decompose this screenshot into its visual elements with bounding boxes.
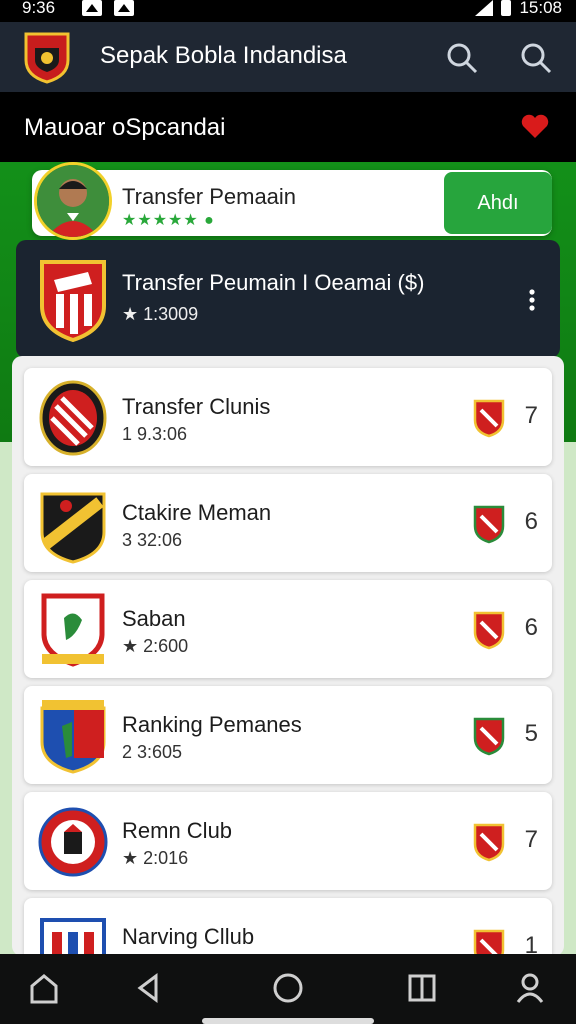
item-meta: ★ 2:016 [122, 848, 189, 868]
club-crest-icon [40, 492, 106, 564]
club-badge-icon [473, 823, 505, 862]
battery-icon [501, 0, 512, 16]
square-icon[interactable] [404, 970, 440, 1006]
list-item[interactable]: Remn Club ★ 2:016 7 [24, 792, 552, 890]
item-title: Saban [122, 606, 186, 631]
status-right: 15:08 [475, 0, 562, 18]
player-avatar-icon [37, 165, 109, 237]
status-icons [82, 0, 134, 16]
signal-icon [475, 0, 494, 16]
search-icon[interactable] [444, 40, 480, 76]
club-badge-icon [473, 399, 505, 438]
club-badge-icon [473, 717, 505, 756]
item-title: Transfer Clunis [122, 394, 271, 419]
status-right-time: 15:08 [519, 0, 562, 17]
featured-rating: ★★★★★ ● [122, 212, 215, 229]
list-item[interactable]: Saban ★ 2:600 6 [24, 580, 552, 678]
item-title: Ctakire Meman [122, 500, 272, 525]
item-title: Narving Cllub [122, 924, 255, 949]
featured-player-card[interactable]: Transfer Pemaain ★★★★★ ● Ahdı [32, 162, 552, 240]
heart-icon[interactable] [520, 114, 550, 140]
item-count: 6 [524, 508, 538, 535]
item-meta: 2 3:605 [122, 742, 183, 762]
item-meta: 3 32:06 [122, 530, 183, 550]
item-count: 7 [524, 826, 538, 853]
app-title: Sepak Bobla Indandisa [100, 42, 347, 69]
item-title: Ranking Pemanes [122, 712, 302, 737]
club-crest-icon [40, 700, 106, 774]
club-crest-icon [38, 807, 108, 877]
list-item[interactable]: Ctakire Meman 3 32:06 6 [24, 474, 552, 572]
highlight-meta: ★ 1:3009 [122, 304, 199, 324]
back-icon[interactable] [130, 970, 166, 1006]
club-badge-icon [473, 611, 505, 650]
club-crest-icon [40, 260, 106, 342]
status-time: 9:36 [22, 0, 56, 17]
club-badge-icon [473, 505, 505, 544]
club-crest-icon [41, 593, 105, 667]
home-icon[interactable] [26, 970, 62, 1006]
home-indicator[interactable] [202, 1018, 374, 1024]
kebab-menu-icon[interactable] [522, 288, 542, 312]
item-title: Remn Club [122, 818, 233, 843]
player-avatar [34, 162, 112, 240]
highlight-title: Transfer Peumain I Oeamai ($) [122, 270, 425, 295]
app-bar: Sepak Bobla Indandisa [0, 22, 576, 92]
club-crest-icon [39, 380, 107, 456]
bottom-navigation [0, 954, 576, 1024]
featured-name: Transfer Pemaain [122, 184, 297, 209]
item-count: 6 [524, 614, 538, 641]
status-bar: 9:36 15:08 [0, 0, 576, 22]
list-item[interactable]: Ranking Pemanes 2 3:605 5 [24, 686, 552, 784]
notification-icon [82, 0, 102, 16]
list-item[interactable]: Transfer Clunis 1 9.3:06 7 [24, 368, 552, 466]
search-icon-2[interactable] [518, 40, 554, 76]
item-meta: ★ 2:600 [122, 636, 189, 656]
highlight-card[interactable]: Transfer Peumain I Oeamai ($) ★ 1:3009 [16, 240, 560, 358]
featured-action-button[interactable]: Ahdı [444, 172, 552, 234]
recents-icon[interactable] [270, 970, 306, 1006]
item-count: 5 [524, 720, 538, 747]
profile-icon[interactable] [512, 970, 548, 1006]
item-meta: 1 9.3:06 [122, 424, 188, 444]
sub-header: Mauoar oSpcandai [0, 92, 576, 162]
app-logo-icon[interactable] [22, 30, 72, 84]
section-title: Mauoar oSpcandai [24, 114, 226, 141]
notification-icon-2 [114, 0, 134, 16]
item-count: 7 [524, 402, 538, 429]
